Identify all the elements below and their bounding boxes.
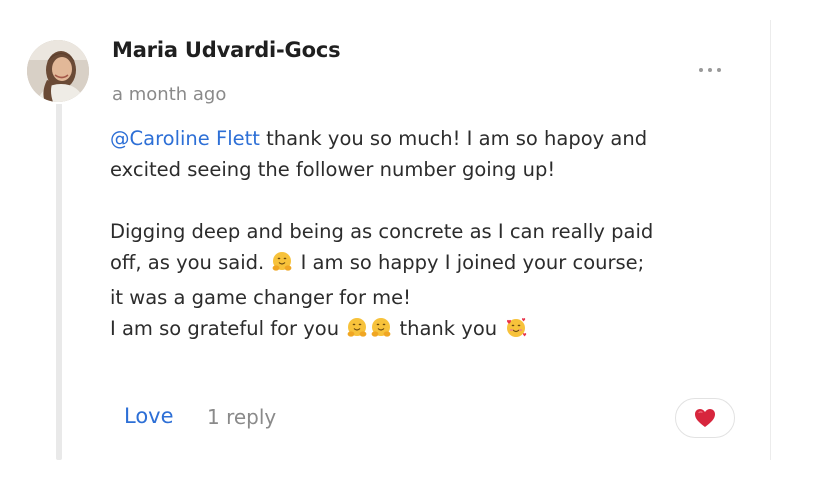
author-name[interactable]: Maria Udvardi-Gocs (112, 38, 341, 62)
more-horizontal-icon-dot (708, 68, 712, 72)
thread-line (56, 104, 62, 460)
hugging-face-emoji (346, 317, 368, 348)
reply-count-link[interactable]: 1 reply (207, 405, 276, 429)
comment-card: Maria Udvardi-Gocs a month ago @Caroline… (0, 0, 814, 490)
hugging-face-emoji (271, 251, 293, 282)
avatar[interactable] (27, 40, 89, 102)
body-line: off, as you said. I am so happy I joined… (110, 247, 760, 282)
body-line: @Caroline Flett thank you so much! I am … (110, 123, 760, 154)
reaction-button[interactable] (675, 398, 735, 438)
hugging-face-emoji (370, 317, 392, 348)
body-text: I am so grateful for you (110, 317, 340, 340)
body-text: I am so happy I joined your course; (300, 251, 645, 274)
body-text: thank you (399, 317, 498, 340)
divider (770, 20, 771, 460)
smiling-face-with-hearts-emoji (504, 317, 528, 348)
body-line: it was a game changer for me! (110, 286, 411, 309)
timestamp: a month ago (112, 84, 227, 105)
comment-body: @Caroline Flett thank you so much! I am … (110, 123, 760, 348)
body-text: off, as you said. (110, 251, 265, 274)
body-text: thank you so much! I am so hapoy and (259, 127, 648, 150)
more-horizontal-icon (699, 68, 703, 72)
mention-link[interactable]: @Caroline Flett (110, 127, 260, 150)
love-button[interactable]: Love (124, 404, 174, 428)
red-heart-icon (695, 409, 715, 427)
avatar-photo (27, 40, 89, 102)
more-options-button[interactable] (690, 56, 730, 84)
body-line: Digging deep and being as concrete as I … (110, 220, 654, 243)
body-line: I am so grateful for you thank you (110, 313, 760, 348)
more-horizontal-icon-dot (717, 68, 721, 72)
body-line: excited seeing the follower number going… (110, 158, 556, 181)
